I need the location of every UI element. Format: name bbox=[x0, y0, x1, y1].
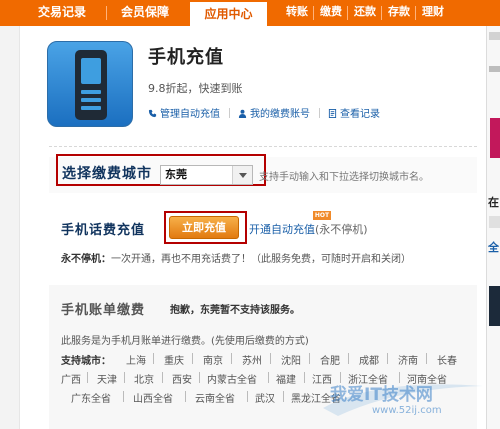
city-select-value: 东莞 bbox=[165, 168, 187, 181]
app-subtitle: 9.8折起，快速到账 bbox=[148, 82, 243, 95]
left-sidebar-edge bbox=[0, 26, 20, 429]
city-item[interactable]: 南京 bbox=[203, 352, 223, 367]
city-item[interactable]: 济南 bbox=[398, 352, 418, 367]
user-icon bbox=[238, 109, 247, 118]
tab-member-protection[interactable]: 会员保障 bbox=[121, 0, 169, 26]
app-links: 管理自动充值 我的缴费账号 查看记录 bbox=[148, 105, 389, 120]
recharge-now-button[interactable]: 立即充值 bbox=[169, 216, 239, 239]
view-records-link[interactable]: 查看记录 bbox=[328, 105, 380, 120]
bill-description: 此服务是为手机月账单进行缴费。(先使用后缴费的方式) bbox=[61, 336, 309, 347]
city-item[interactable]: 重庆 bbox=[164, 352, 184, 367]
top-nav: 交易记录 会员保障 应用中心 转账 缴费 还款 存款 理财 bbox=[0, 0, 500, 26]
city-select[interactable]: 东莞 bbox=[160, 165, 253, 185]
subtab-payment[interactable]: 缴费 bbox=[320, 0, 342, 26]
subtab-repay[interactable]: 还款 bbox=[354, 0, 376, 26]
app-title: 手机充值 bbox=[148, 47, 224, 68]
bill-title: 手机账单缴费 bbox=[61, 303, 146, 318]
auto-recharge-link[interactable]: 开通自动充值(永不停机) bbox=[249, 221, 368, 237]
promo-banner[interactable] bbox=[490, 118, 500, 158]
bill-unsupported-note: 抱歉，东莞暂不支持该服务。 bbox=[170, 305, 300, 316]
watermark-text: 我爱IT技术网 bbox=[330, 385, 433, 405]
my-payment-account-link[interactable]: 我的缴费账号 bbox=[238, 105, 310, 120]
chevron-down-icon[interactable] bbox=[232, 166, 252, 184]
city-label: 选择缴费城市 bbox=[62, 166, 152, 182]
right-text-2: 全 bbox=[488, 241, 499, 254]
tab-transactions[interactable]: 交易记录 bbox=[38, 0, 86, 26]
right-text-1: 在 bbox=[488, 196, 499, 209]
recharge-title: 手机话费充值 bbox=[61, 223, 146, 238]
tab-app-center[interactable]: 应用中心 bbox=[190, 0, 267, 26]
no-stop-info: 永不停机：一次开通，再也不用充话费了！（此服务免费，可随时开启和关闭） bbox=[61, 254, 411, 265]
city-item[interactable]: 内蒙古全省 bbox=[207, 371, 257, 386]
manage-auto-recharge-link[interactable]: 管理自动充值 bbox=[148, 105, 220, 120]
city-item[interactable]: 武汉 bbox=[255, 390, 275, 405]
city-item[interactable]: 上海 bbox=[126, 352, 146, 367]
city-item[interactable]: 成都 bbox=[359, 352, 379, 367]
city-item[interactable]: 福建 bbox=[276, 371, 296, 386]
document-icon bbox=[328, 109, 337, 118]
city-item[interactable]: 天津 bbox=[97, 371, 117, 386]
city-item[interactable]: 合肥 bbox=[320, 352, 340, 367]
city-hint: 支持手动输入和下拉选择切换城市名。 bbox=[259, 172, 429, 183]
subtab-finance[interactable]: 理财 bbox=[422, 0, 444, 26]
city-item[interactable]: 沈阳 bbox=[281, 352, 301, 367]
divider bbox=[49, 146, 477, 147]
city-item[interactable]: 云南全省 bbox=[195, 390, 235, 405]
city-item[interactable]: 广西 bbox=[61, 371, 81, 386]
cities-label: 支持城市： bbox=[61, 356, 111, 367]
city-item[interactable]: 山西全省 bbox=[133, 390, 173, 405]
city-item[interactable]: 西安 bbox=[172, 371, 192, 386]
watermark-url: www.52ij.com bbox=[372, 405, 442, 416]
hot-badge: HOT bbox=[313, 211, 331, 220]
subtab-transfer[interactable]: 转账 bbox=[286, 0, 308, 26]
phone-icon bbox=[148, 109, 157, 118]
city-item[interactable]: 北京 bbox=[134, 371, 154, 386]
subtab-deposit[interactable]: 存款 bbox=[388, 0, 410, 26]
city-item[interactable]: 广东全省 bbox=[71, 390, 111, 405]
city-item[interactable]: 长春 bbox=[437, 352, 457, 367]
right-sidebar-edge: 在 全 bbox=[486, 26, 500, 429]
phone-app-icon bbox=[47, 41, 133, 127]
city-item[interactable]: 苏州 bbox=[242, 352, 262, 367]
